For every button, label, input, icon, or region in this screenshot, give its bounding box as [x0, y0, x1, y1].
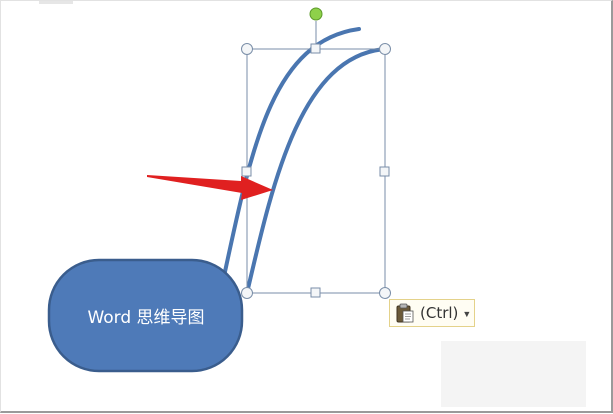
resize-handle-right[interactable] [379, 166, 390, 177]
resize-handle-bottom-left[interactable] [241, 287, 253, 299]
red-arrow-icon [147, 175, 273, 200]
mindmap-node-shape[interactable] [47, 258, 244, 373]
resize-handle-bottom[interactable] [310, 287, 321, 298]
caret-down-icon: ▼ [462, 309, 472, 319]
resize-handle-bottom-right[interactable] [379, 287, 391, 299]
resize-handle-top-right[interactable] [379, 43, 391, 55]
paste-options-label: (Ctrl) [420, 304, 459, 322]
clipboard-icon [396, 303, 414, 323]
resize-handle-left[interactable] [241, 166, 252, 177]
rotate-handle[interactable] [309, 7, 323, 21]
paste-options-button[interactable]: (Ctrl) ▼ [389, 299, 475, 327]
resize-handle-top-left[interactable] [241, 43, 253, 55]
document-page: Word 思维导图 (Ctrl) ▼ [0, 0, 613, 413]
drawing-canvas [47, 7, 391, 373]
resize-handle-top[interactable] [310, 43, 321, 54]
curve-line-inner[interactable] [245, 47, 387, 295]
selection-box [246, 48, 386, 294]
